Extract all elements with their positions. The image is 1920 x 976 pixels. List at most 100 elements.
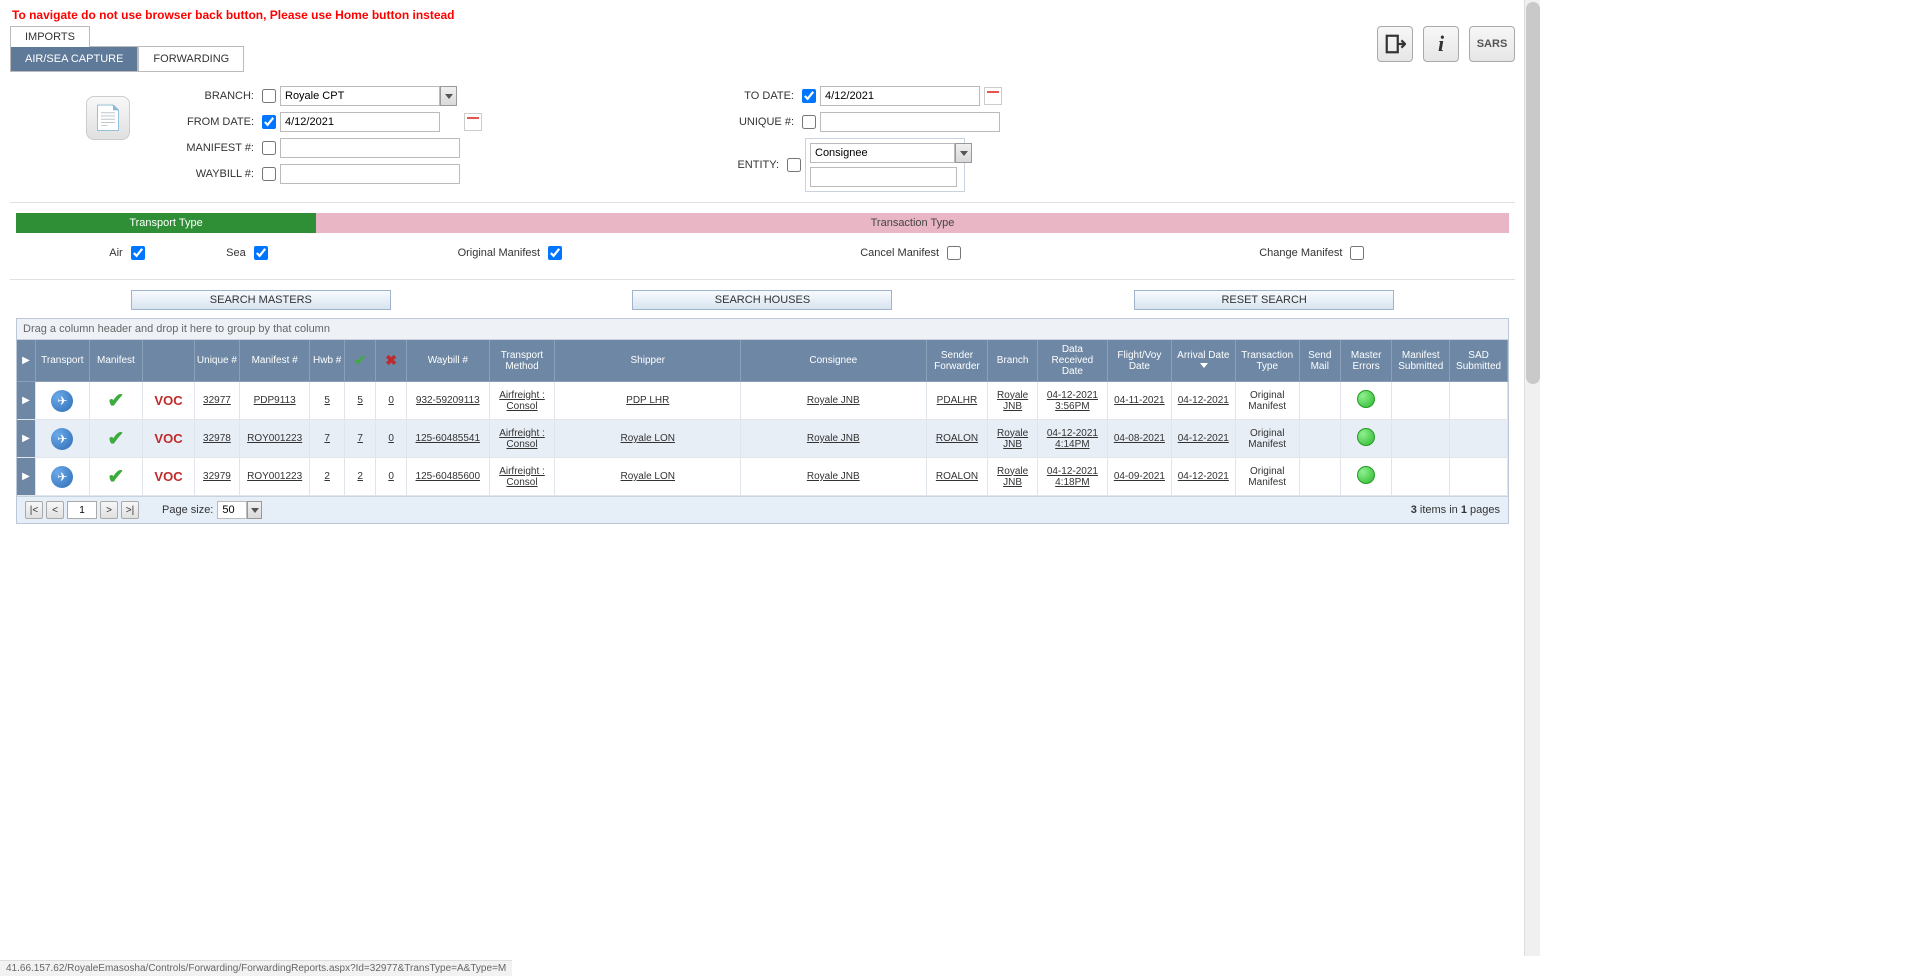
subtab-forwarding[interactable]: FORWARDING: [138, 47, 244, 72]
col-consignee[interactable]: Consignee: [741, 340, 927, 382]
recv-link[interactable]: 04-12-2021 4:14PM: [1047, 428, 1098, 450]
info-icon[interactable]: i: [1423, 26, 1459, 62]
branch-link[interactable]: Royale JNB: [997, 428, 1028, 450]
fromdate-check[interactable]: [262, 115, 276, 129]
col-send-mail[interactable]: Send Mail: [1299, 340, 1340, 382]
todate-calendar-icon[interactable]: [984, 87, 1002, 105]
tm-link[interactable]: Airfreight : Consol: [499, 428, 545, 450]
subtab-air-sea-capture[interactable]: AIR/SEA CAPTURE: [10, 47, 138, 72]
change-manifest-check[interactable]: [1350, 246, 1364, 260]
waybill-link[interactable]: 932-59209113: [416, 395, 480, 406]
consignee-link[interactable]: Royale JNB: [807, 433, 860, 444]
manifest-link[interactable]: ROY001223: [247, 471, 302, 482]
unique-link[interactable]: 32977: [203, 395, 231, 406]
branch-input[interactable]: [280, 86, 440, 106]
flight-link[interactable]: 04-11-2021: [1114, 395, 1164, 406]
flight-link[interactable]: 04-08-2021: [1114, 433, 1165, 444]
col-sender-fwd[interactable]: Sender Forwarder: [926, 340, 988, 382]
col-hwb[interactable]: Hwb #: [310, 340, 345, 382]
tm-link[interactable]: Airfreight : Consol: [499, 466, 545, 488]
consignee-link[interactable]: Royale JNB: [807, 471, 860, 482]
unique-input[interactable]: [820, 112, 1000, 132]
shipper-link[interactable]: Royale LON: [621, 433, 675, 444]
arrival-link[interactable]: 04-12-2021: [1178, 471, 1229, 482]
tab-imports[interactable]: IMPORTS: [10, 26, 90, 47]
entity-dropdown[interactable]: [810, 143, 955, 163]
count2-link[interactable]: 0: [388, 433, 394, 444]
todate-check[interactable]: [802, 89, 816, 103]
branch-dropdown-button[interactable]: [440, 86, 457, 106]
col-manifest-sub[interactable]: Manifest Submitted: [1392, 340, 1450, 382]
unique-link[interactable]: 32978: [203, 433, 231, 444]
manifest-link[interactable]: PDP9113: [254, 395, 296, 406]
branch-link[interactable]: Royale JNB: [997, 390, 1028, 412]
branch-link[interactable]: Royale JNB: [997, 466, 1028, 488]
col-arrival-date[interactable]: Arrival Date: [1171, 340, 1235, 382]
waybillnum-input[interactable]: [280, 164, 460, 184]
col-unique[interactable]: Unique #: [194, 340, 239, 382]
sars-button[interactable]: SARS: [1469, 26, 1515, 62]
waybillnum-check[interactable]: [262, 167, 276, 181]
col-trans-type[interactable]: Transaction Type: [1235, 340, 1299, 382]
waybill-link[interactable]: 125-60485541: [416, 433, 481, 444]
air-check[interactable]: [131, 246, 145, 260]
col-branch[interactable]: Branch: [988, 340, 1037, 382]
search-masters-button[interactable]: SEARCH MASTERS: [131, 290, 391, 310]
entity-dropdown-button[interactable]: [955, 143, 972, 163]
pager-last[interactable]: >|: [121, 501, 139, 519]
group-by-bar[interactable]: Drag a column header and drop it here to…: [17, 319, 1508, 340]
recv-link[interactable]: 04-12-2021 3:56PM: [1047, 390, 1098, 412]
count2-link[interactable]: 0: [388, 395, 394, 406]
count1-link[interactable]: 2: [357, 471, 363, 482]
flight-link[interactable]: 04-09-2021: [1114, 471, 1165, 482]
col-manifestnum[interactable]: Manifest #: [240, 340, 310, 382]
sea-check[interactable]: [254, 246, 268, 260]
sender-link[interactable]: ROALON: [936, 471, 978, 482]
row-expand[interactable]: ▶: [17, 420, 36, 458]
manifestnum-check[interactable]: [262, 141, 276, 155]
hwb-link[interactable]: 5: [324, 395, 330, 406]
reset-search-button[interactable]: RESET SEARCH: [1134, 290, 1394, 310]
consignee-link[interactable]: Royale JNB: [807, 395, 860, 406]
arrival-link[interactable]: 04-12-2021: [1178, 433, 1229, 444]
shipper-link[interactable]: PDP LHR: [626, 395, 669, 406]
unique-link[interactable]: 32979: [203, 471, 231, 482]
count1-link[interactable]: 7: [357, 433, 363, 444]
orig-manifest-check[interactable]: [548, 246, 562, 260]
entity-text-input[interactable]: [810, 167, 957, 187]
col-voc[interactable]: [143, 340, 195, 382]
row-expand[interactable]: ▶: [17, 382, 36, 420]
shipper-link[interactable]: Royale LON: [621, 471, 675, 482]
col-shipper[interactable]: Shipper: [555, 340, 741, 382]
cancel-manifest-check[interactable]: [947, 246, 961, 260]
col-flight-date[interactable]: Flight/Voy Date: [1107, 340, 1171, 382]
pager-next[interactable]: >: [100, 501, 118, 519]
vertical-scrollbar[interactable]: [1524, 0, 1540, 956]
waybill-link[interactable]: 125-60485600: [416, 471, 481, 482]
unique-check[interactable]: [802, 115, 816, 129]
pager-prev[interactable]: <: [46, 501, 64, 519]
col-sad-sub[interactable]: SAD Submitted: [1450, 340, 1508, 382]
todate-input[interactable]: [820, 86, 980, 106]
arrival-link[interactable]: 04-12-2021: [1178, 395, 1229, 406]
logout-icon[interactable]: [1377, 26, 1413, 62]
sender-link[interactable]: PDALHR: [937, 395, 978, 406]
hwb-link[interactable]: 2: [324, 471, 330, 482]
col-manifest[interactable]: Manifest: [89, 340, 143, 382]
manifest-link[interactable]: ROY001223: [247, 433, 302, 444]
count2-link[interactable]: 0: [388, 471, 394, 482]
pager-page-input[interactable]: [67, 501, 97, 519]
branch-check[interactable]: [262, 89, 276, 103]
col-master-err[interactable]: Master Errors: [1340, 340, 1392, 382]
pager-first[interactable]: |<: [25, 501, 43, 519]
pager-size-dd[interactable]: [247, 501, 262, 519]
fromdate-input[interactable]: [280, 112, 440, 132]
row-expand[interactable]: ▶: [17, 458, 36, 496]
col-data-recv[interactable]: Data Received Date: [1037, 340, 1107, 382]
col-transport[interactable]: Transport: [36, 340, 90, 382]
pager-size-select[interactable]: [217, 501, 247, 519]
col-tick[interactable]: ✔: [345, 340, 376, 382]
entity-check[interactable]: [787, 158, 801, 172]
col-transport-method[interactable]: Transport Method: [489, 340, 555, 382]
manifestnum-input[interactable]: [280, 138, 460, 158]
